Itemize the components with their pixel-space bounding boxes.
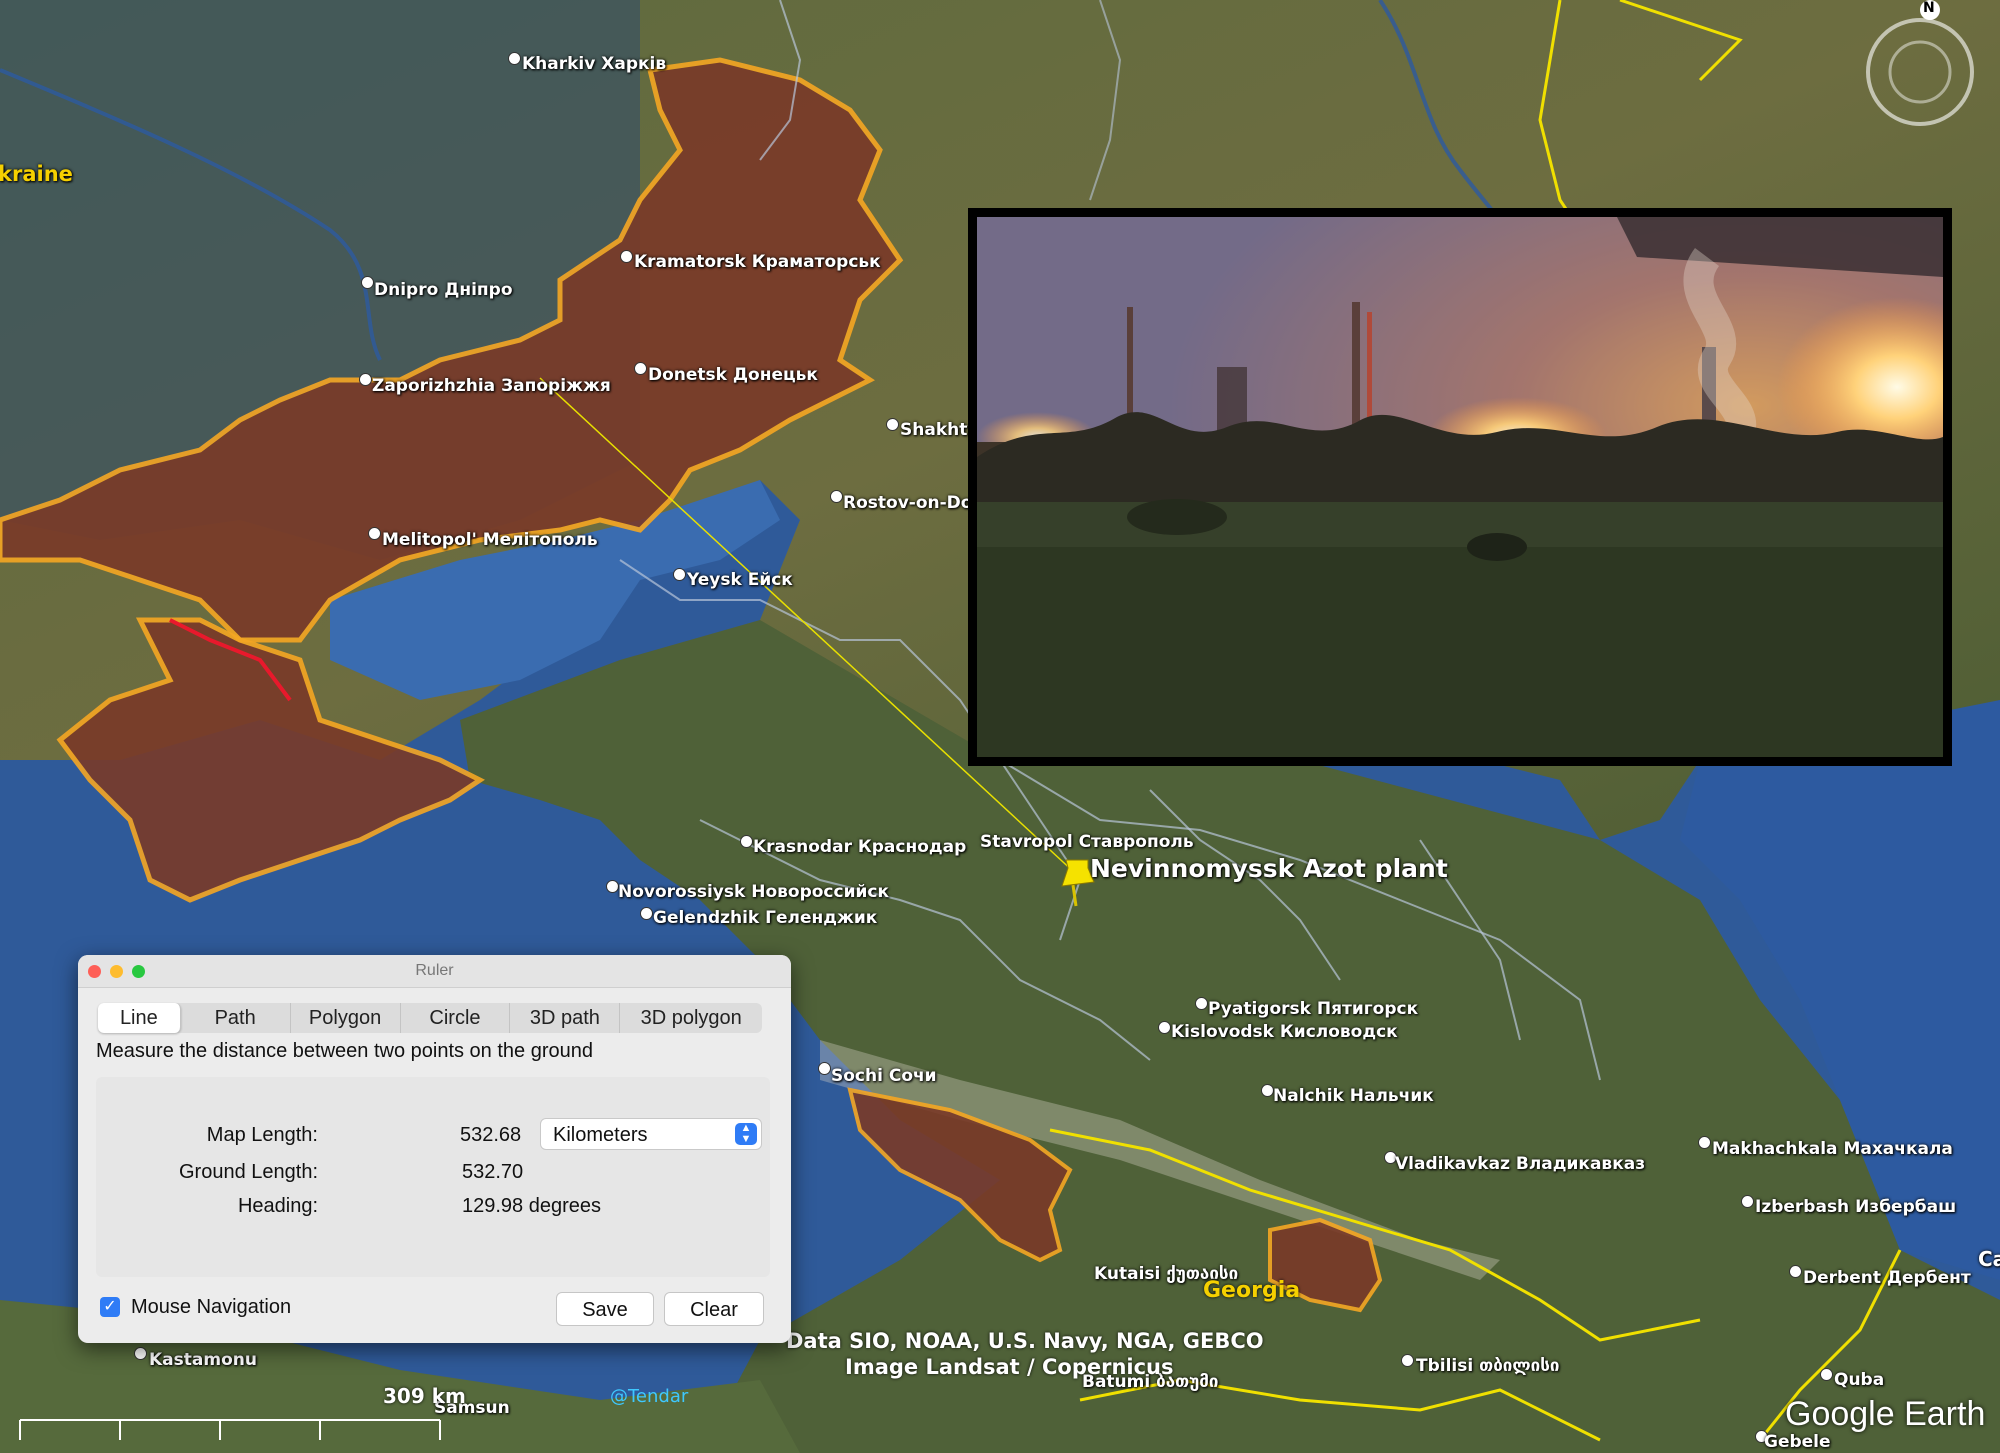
google-earth-logo: Google Earth: [1785, 1395, 1986, 1433]
city-label-sochi[interactable]: Sochi Сочи: [831, 1066, 937, 1086]
city-label-tbilisi[interactable]: Tbilisi თბილისი: [1416, 1356, 1559, 1376]
ground-length-label: Ground Length:: [179, 1161, 318, 1183]
chevron-updown-icon: ▲ ▼: [735, 1123, 757, 1145]
city-label-shakhty[interactable]: Shakhty: [900, 420, 978, 440]
city-label-kharkiv[interactable]: Kharkiv Харків: [522, 54, 666, 74]
city-dot[interactable]: [1820, 1368, 1833, 1381]
city-label-izberbash[interactable]: Izberbash Избербаш: [1755, 1197, 1956, 1217]
mouse-navigation-checkbox[interactable]: ✓: [100, 1297, 120, 1317]
city-dot[interactable]: [134, 1347, 147, 1360]
watermark: @Tendar: [610, 1386, 689, 1407]
city-dot[interactable]: [1741, 1195, 1754, 1208]
tab-line[interactable]: Line: [98, 1003, 181, 1033]
tab-3d-polygon[interactable]: 3D polygon: [620, 1003, 762, 1033]
ruler-title: Ruler: [415, 962, 454, 979]
city-label-zaporizhzhia[interactable]: Zaporizhzhia Запоріжжя: [372, 376, 611, 396]
city-label-quba[interactable]: Quba: [1834, 1370, 1884, 1390]
units-select-value: Kilometers: [553, 1124, 648, 1146]
city-label-derbent[interactable]: Derbent Дербент: [1803, 1268, 1971, 1288]
scale-label: 309 km: [383, 1384, 466, 1408]
ruler-dialog[interactable]: Ruler Line Path Polygon Circle 3D path 3…: [78, 955, 791, 1343]
imagery-credit: Image Landsat / Copernicus: [845, 1355, 1174, 1379]
city-label-donetsk[interactable]: Donetsk Донецьк: [648, 365, 818, 385]
tab-circle[interactable]: Circle: [401, 1003, 511, 1033]
mouse-navigation-label[interactable]: Mouse Navigation: [131, 1296, 291, 1319]
city-dot[interactable]: [673, 568, 686, 581]
city-dot[interactable]: [640, 907, 653, 920]
city-dot[interactable]: [1401, 1354, 1414, 1367]
city-dot[interactable]: [620, 250, 633, 263]
map-length-value: 532.68: [460, 1124, 522, 1146]
ruler-description: Measure the distance between two points …: [96, 1040, 593, 1062]
tab-path[interactable]: Path: [181, 1003, 291, 1033]
compass-north-label[interactable]: N: [1923, 0, 1935, 16]
city-label-yeysk[interactable]: Yeysk Ейск: [687, 570, 793, 590]
explosion-photo: [977, 217, 1943, 757]
clear-button[interactable]: Clear: [664, 1292, 764, 1326]
city-label-krasnodar[interactable]: Krasnodar Краснодар: [753, 837, 966, 857]
city-label-kastamonu[interactable]: Kastamonu: [149, 1350, 257, 1370]
city-label-gebele[interactable]: Gebele: [1764, 1432, 1831, 1452]
placemark-label[interactable]: Nevinnomyssk Azot plant: [1090, 854, 1448, 883]
explosion-photo-inset: [968, 208, 1952, 766]
ground-length-value: 532.70: [462, 1161, 524, 1183]
city-dot[interactable]: [359, 373, 372, 386]
city-dot[interactable]: [1158, 1021, 1171, 1034]
city-dot[interactable]: [634, 362, 647, 375]
city-dot[interactable]: [830, 490, 843, 503]
units-select[interactable]: Kilometers ▲ ▼: [540, 1118, 762, 1150]
ruler-tab-bar: Line Path Polygon Circle 3D path 3D poly…: [98, 1003, 762, 1033]
city-label-kramatorsk[interactable]: Kramatorsk Краматорськ: [634, 252, 881, 272]
save-button[interactable]: Save: [556, 1292, 654, 1326]
city-label-stavropol[interactable]: Stavropol Ставрополь: [980, 832, 1194, 852]
city-label-gelendzhik[interactable]: Gelendzhik Геленджик: [653, 908, 877, 928]
city-label-dnipro[interactable]: Dnipro Дніпро: [374, 280, 513, 300]
city-dot[interactable]: [1698, 1136, 1711, 1149]
edge-label-partial: Ca: [1978, 1247, 2000, 1271]
city-dot[interactable]: [361, 276, 374, 289]
heading-label: Heading:: [237, 1195, 318, 1217]
map-length-label: Map Length:: [206, 1124, 318, 1146]
country-label-georgia: Georgia: [1203, 1278, 1301, 1303]
data-credit: Data SIO, NOAA, U.S. Navy, NGA, GEBCO: [786, 1329, 1264, 1353]
city-label-novorossiysk[interactable]: Novorossiysk Новороссийск: [618, 882, 889, 902]
city-dot[interactable]: [1195, 997, 1208, 1010]
city-dot[interactable]: [886, 418, 899, 431]
country-label-ukraine: kraine: [0, 162, 73, 186]
city-dot[interactable]: [508, 52, 521, 65]
city-label-nalchik[interactable]: Nalchik Нальчик: [1273, 1086, 1434, 1106]
city-label-melitopol[interactable]: Melitopol' Мелітополь: [382, 530, 598, 550]
city-dot[interactable]: [818, 1062, 831, 1075]
city-label-vladikavkaz[interactable]: Vladikavkaz Владикавказ: [1395, 1154, 1645, 1174]
city-dot[interactable]: [1789, 1265, 1802, 1278]
heading-value: 129.98 degrees: [462, 1195, 602, 1217]
city-label-kislovodsk[interactable]: Kislovodsk Кисловодск: [1171, 1022, 1398, 1042]
city-label-pyatigorsk[interactable]: Pyatigorsk Пятигорск: [1208, 999, 1418, 1019]
city-dot[interactable]: [368, 527, 381, 540]
city-label-rostov[interactable]: Rostov-on-Do: [843, 493, 972, 513]
tab-3d-path[interactable]: 3D path: [510, 1003, 621, 1033]
tab-polygon[interactable]: Polygon: [291, 1003, 401, 1033]
city-label-makhachkala[interactable]: Makhachkala Махачкала: [1712, 1139, 1953, 1159]
ruler-titlebar[interactable]: Ruler: [78, 955, 791, 988]
city-dot[interactable]: [740, 835, 753, 848]
